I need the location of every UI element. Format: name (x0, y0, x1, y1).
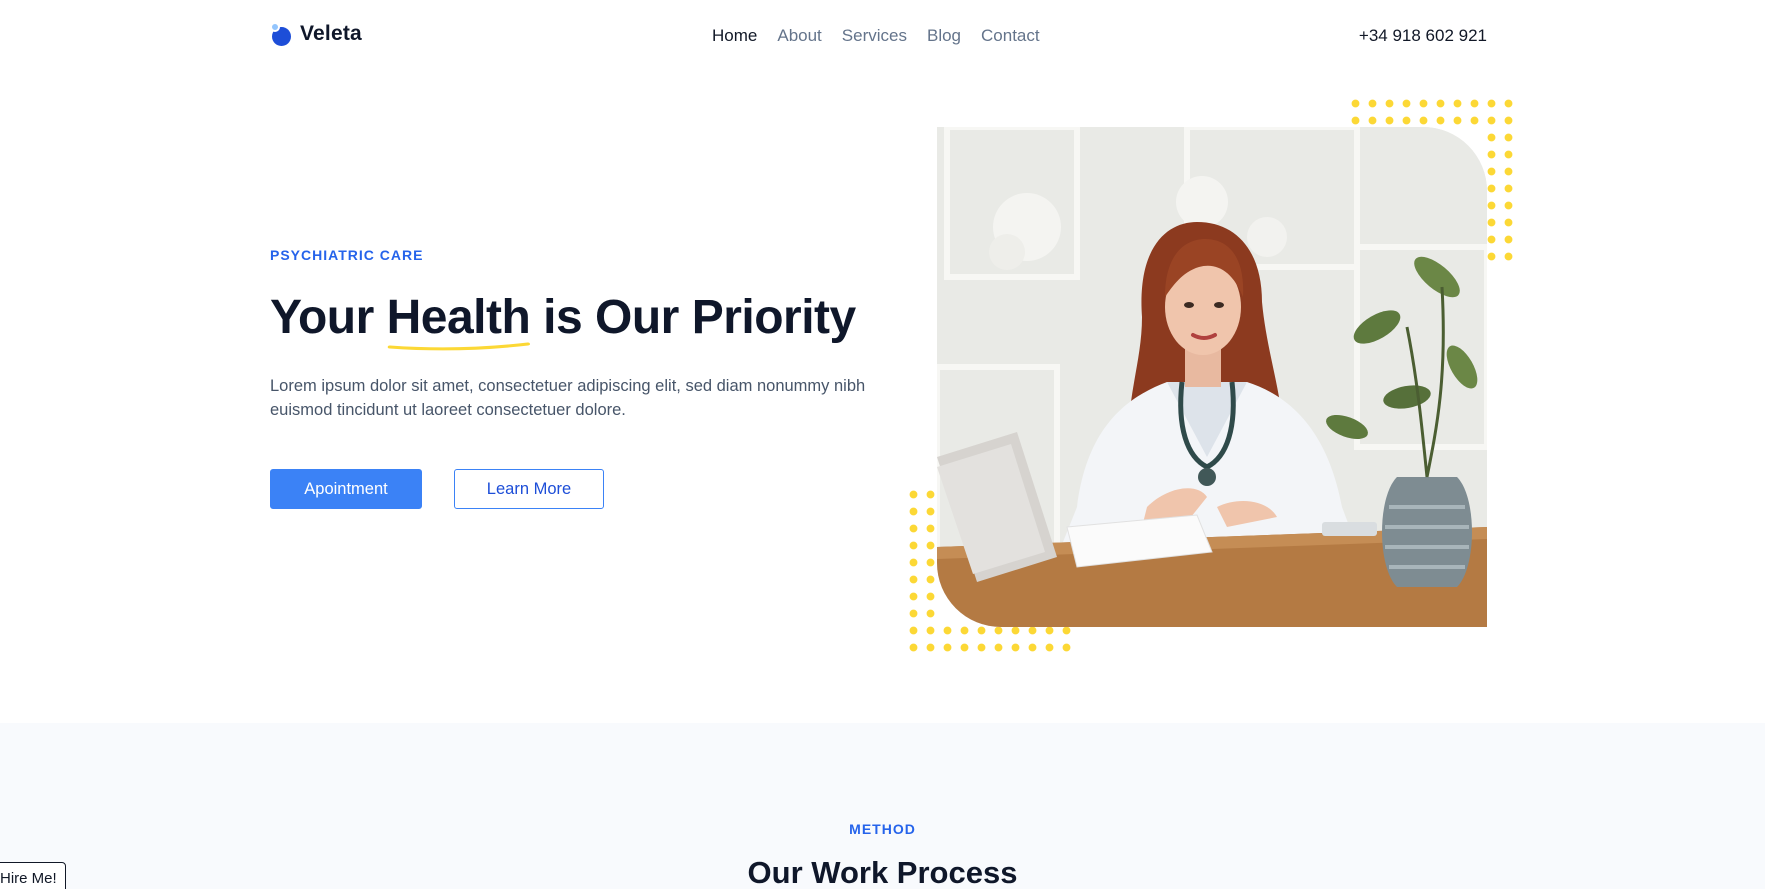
site-header: Veleta Home About Services Blog Contact … (0, 0, 1765, 74)
dot-pattern-top (1347, 95, 1517, 129)
nav-item-about[interactable]: About (777, 26, 821, 46)
hero-eyebrow: PSYCHIATRIC CARE (270, 247, 424, 263)
nav-item-blog[interactable]: Blog (927, 26, 961, 46)
dot-pattern-right (1483, 129, 1517, 265)
method-eyebrow: METHOD (849, 821, 916, 837)
method-title: Our Work Process (747, 855, 1018, 889)
phone-number[interactable]: +34 918 602 921 (1359, 26, 1487, 46)
headline-part-after: is Our Priority (530, 291, 856, 344)
nav-item-contact[interactable]: Contact (981, 26, 1040, 46)
headline-highlight: Health (387, 290, 531, 351)
main-nav: Home About Services Blog Contact (712, 26, 1040, 46)
nav-item-services[interactable]: Services (842, 26, 907, 46)
headline-part-before: Your (270, 291, 387, 344)
appointment-button[interactable]: Apointment (270, 469, 422, 509)
nav-item-home[interactable]: Home (712, 26, 757, 46)
learn-more-button[interactable]: Learn More (454, 469, 604, 509)
brand-logo[interactable]: Veleta (270, 22, 362, 46)
highlight-underline (387, 342, 530, 351)
hero-lead-text: Lorem ipsum dolor sit amet, consectetuer… (270, 377, 866, 419)
dot-pattern-left (905, 486, 939, 622)
hero-headline: Your Health is Our Priority (270, 290, 856, 351)
logo-icon (270, 22, 292, 46)
hire-me-button[interactable]: Hire Me! (0, 862, 66, 889)
doctor-photo (937, 127, 1487, 627)
dot-pattern-bottom (905, 622, 1075, 656)
brand-name: Veleta (300, 22, 362, 45)
method-section: METHOD Our Work Process (0, 723, 1765, 889)
